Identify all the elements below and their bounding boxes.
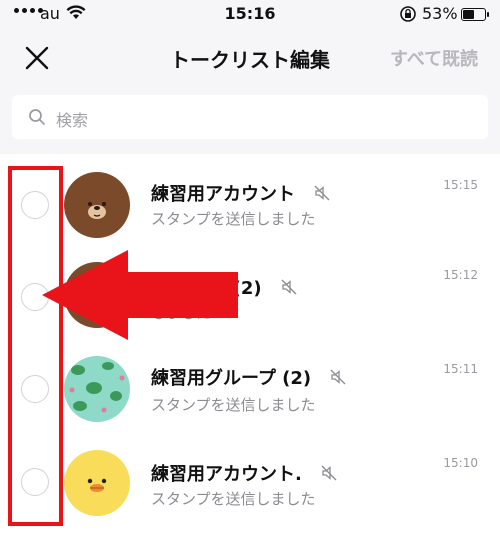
chat-preview: スタンプを送信しました [151, 490, 316, 508]
search-section: 検索 [0, 84, 500, 154]
chat-row[interactable]: 練習用アカウント スタンプを送信しました 15:15 [0, 154, 500, 246]
chat-row[interactable]: 練習用アカウント. スタンプを送信しました 15:10 [0, 430, 500, 522]
chat-time: 15:12 [443, 268, 478, 282]
highlight-box [8, 166, 63, 526]
battery-icon [461, 8, 489, 21]
mute-icon [321, 465, 337, 481]
search-icon [29, 109, 45, 125]
mute-icon [281, 279, 297, 295]
chat-preview: スタンプを送信しました [151, 396, 316, 414]
chat-name: 練習用グループ (2) [151, 364, 347, 390]
chat-time: 15:11 [443, 362, 478, 376]
search-placeholder: 検索 [56, 111, 89, 130]
chat-list: 練習用アカウント スタンプを送信しました 15:15 ループ⭐ (2) しました… [0, 154, 500, 536]
chat-name: 練習用アカウント. [151, 460, 338, 486]
mute-icon [330, 369, 346, 385]
mute-icon [314, 185, 330, 201]
avatar-brown-bear [64, 172, 130, 238]
chat-time: 15:10 [443, 456, 478, 470]
chat-row[interactable]: 練習用グループ (2) スタンプを送信しました 15:11 [0, 338, 500, 430]
status-bar: au 15:16 53% [0, 0, 500, 30]
chat-name: 練習用アカウント [151, 180, 331, 206]
nav-bar: トークリスト編集 すべて既読 [0, 30, 500, 84]
arrow-icon [42, 250, 238, 340]
search-input[interactable]: 検索 [12, 95, 488, 139]
chat-time: 15:15 [443, 178, 478, 192]
battery-percent: 53% [422, 4, 458, 23]
avatar-yellow-chick [64, 450, 130, 516]
chat-preview: スタンプを送信しました [151, 210, 316, 228]
rotation-lock-icon [399, 5, 417, 27]
read-all-button[interactable]: すべて既読 [390, 45, 478, 71]
avatar-teal-pattern [64, 356, 130, 422]
